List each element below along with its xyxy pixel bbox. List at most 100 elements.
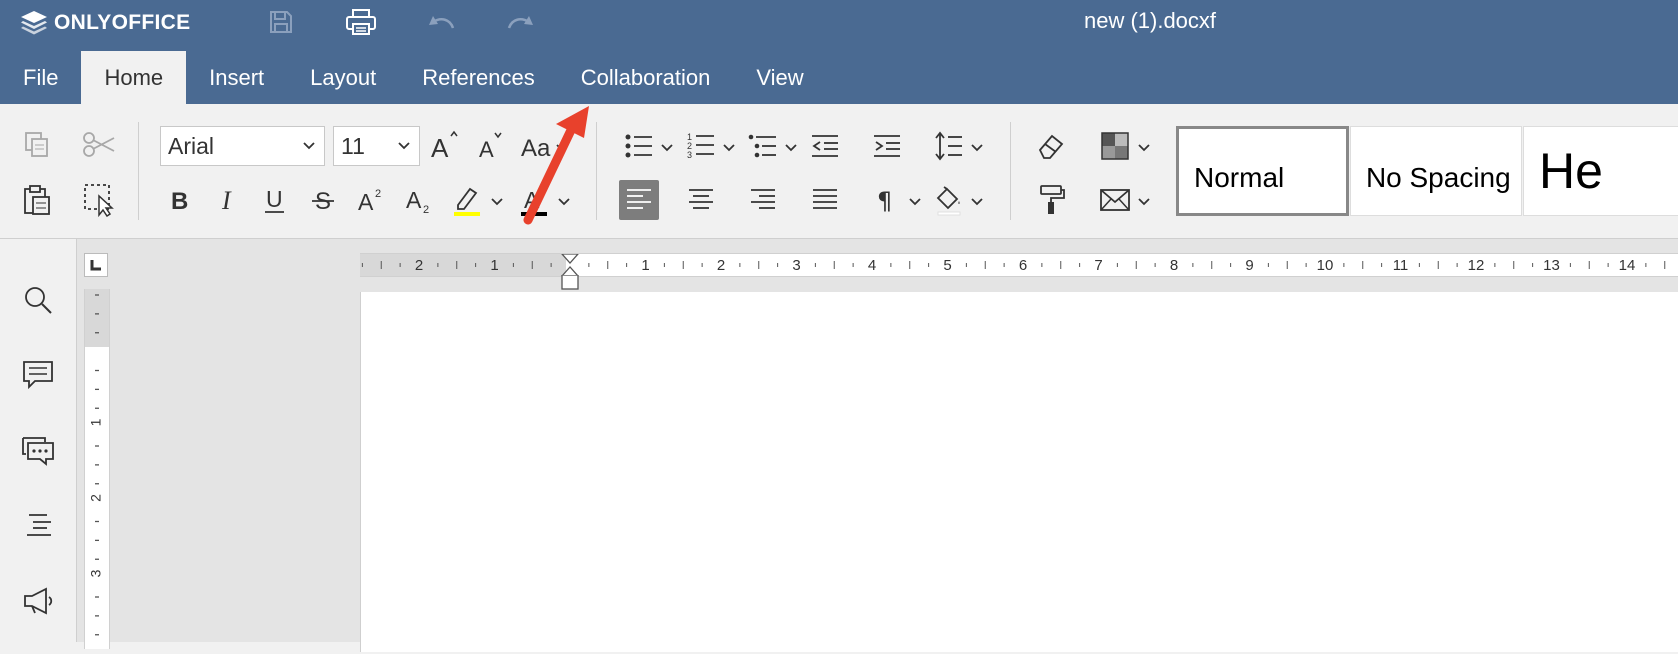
- home-toolbar: Arial 11 A A Aa B I U S A2 A2 A 1 2 3 ¶ …: [0, 104, 1678, 239]
- bullet-list-icon: [625, 134, 652, 158]
- save-icon: [270, 11, 292, 33]
- subscript-button[interactable]: A2: [399, 180, 439, 220]
- font-name-combo[interactable]: Arial: [160, 126, 325, 166]
- tab-file[interactable]: File: [0, 51, 81, 104]
- eraser-icon: [1038, 134, 1064, 159]
- print-icon: [346, 9, 376, 35]
- svg-text:A: A: [431, 133, 449, 162]
- chevron-down-icon[interactable]: [908, 194, 922, 208]
- increase-font-button[interactable]: A: [424, 126, 464, 166]
- tab-view[interactable]: View: [733, 51, 826, 104]
- ruler-label: 6: [1019, 257, 1027, 274]
- vertical-ruler[interactable]: 1 2 3: [84, 289, 110, 649]
- style-heading[interactable]: He: [1522, 126, 1678, 216]
- shading-button[interactable]: [929, 180, 969, 220]
- italic-button[interactable]: I: [207, 180, 247, 220]
- navigation-button[interactable]: [16, 503, 60, 547]
- ruler-label: 11: [1393, 257, 1409, 274]
- bullets-button[interactable]: [619, 126, 659, 166]
- cut-button[interactable]: [79, 124, 119, 164]
- left-panel: [0, 239, 77, 642]
- copy-icon: [25, 132, 48, 157]
- ruler-label: 10: [1317, 257, 1334, 274]
- onlyoffice-logo-icon: [21, 11, 47, 35]
- copy-button[interactable]: [17, 124, 57, 164]
- chat-icon: [22, 437, 54, 466]
- paint-bucket-icon: [936, 186, 961, 216]
- document-workspace: 2 1 1 2 3 4 5 6 7 8 9 10 11 12 13 14 123: [77, 239, 1678, 652]
- chevron-down-icon[interactable]: [660, 140, 674, 154]
- align-center-button[interactable]: [681, 180, 721, 220]
- font-size-combo[interactable]: 11: [333, 126, 420, 166]
- tab-collaboration[interactable]: Collaboration: [558, 51, 734, 104]
- select-all-button[interactable]: [79, 180, 119, 220]
- align-right-button[interactable]: [743, 180, 783, 220]
- decrease-font-button[interactable]: A: [470, 126, 510, 166]
- pilcrow-icon: ¶: [877, 187, 892, 215]
- strikethrough-button[interactable]: S: [303, 180, 343, 220]
- subscript-icon: A2: [406, 187, 429, 215]
- tab-insert[interactable]: Insert: [186, 51, 287, 104]
- document-title: new (1).docxf: [1083, 8, 1217, 33]
- highlighter-icon: [454, 187, 480, 216]
- strikethrough-icon: S: [312, 188, 334, 215]
- underline-button[interactable]: U: [255, 180, 295, 220]
- svg-text:A: A: [479, 137, 494, 162]
- color-scheme-button[interactable]: [1095, 126, 1135, 166]
- chevron-down-icon[interactable]: [1137, 194, 1151, 208]
- undo-icon: [429, 16, 455, 29]
- chevron-down-icon[interactable]: [490, 194, 504, 208]
- left-indent-handle[interactable]: [561, 275, 579, 290]
- tab-stop-selector[interactable]: [84, 253, 108, 277]
- ruler-label: 5: [943, 257, 951, 274]
- svg-text:¶: ¶: [877, 187, 892, 215]
- horizontal-ruler[interactable]: 2 1 1 2 3 4 5 6 7 8 9 10 11 12 13 14: [360, 253, 1678, 277]
- bold-button[interactable]: B: [159, 180, 199, 220]
- decrease-indent-button[interactable]: [805, 126, 845, 166]
- copy-style-button[interactable]: [1031, 180, 1071, 220]
- align-right-icon: [751, 189, 775, 209]
- chat-button[interactable]: [16, 429, 60, 473]
- line-spacing-button[interactable]: [929, 126, 969, 166]
- print-button[interactable]: [341, 6, 381, 38]
- numbering-button[interactable]: 1 2 3: [681, 126, 721, 166]
- superscript-button[interactable]: A2: [351, 180, 391, 220]
- annotation-arrow: [523, 106, 589, 225]
- justify-button[interactable]: [805, 180, 845, 220]
- style-normal[interactable]: Normal: [1176, 126, 1349, 216]
- save-button[interactable]: [261, 6, 301, 38]
- highlight-button[interactable]: [447, 180, 487, 220]
- chevron-down-icon[interactable]: [1137, 140, 1151, 154]
- svg-text:U: U: [266, 186, 283, 212]
- mail-merge-button[interactable]: [1095, 180, 1135, 220]
- redo-button[interactable]: [501, 6, 541, 38]
- tab-layout[interactable]: Layout: [287, 51, 399, 104]
- feedback-button[interactable]: [16, 579, 60, 623]
- chevron-down-icon[interactable]: [970, 194, 984, 208]
- document-page[interactable]: [360, 292, 1678, 652]
- chevron-down-icon[interactable]: [784, 140, 798, 154]
- font-size-value: 11: [341, 132, 365, 159]
- undo-button[interactable]: [421, 6, 461, 38]
- tab-home[interactable]: Home: [81, 51, 187, 104]
- comments-button[interactable]: [16, 353, 60, 397]
- increase-indent-button[interactable]: [867, 126, 907, 166]
- color-scheme-icon: [1101, 132, 1129, 160]
- increase-font-icon: A: [431, 130, 458, 162]
- svg-text:B: B: [171, 188, 188, 215]
- chevron-down-icon[interactable]: [722, 140, 736, 154]
- ruler-label: 13: [1543, 257, 1560, 274]
- multilevel-list-button[interactable]: [743, 126, 783, 166]
- paragraph-marks-button[interactable]: ¶: [867, 180, 907, 220]
- vertical-ruler-scale: 1 2 3: [85, 289, 109, 636]
- svg-text:I: I: [221, 186, 232, 215]
- paste-button[interactable]: [17, 180, 57, 220]
- svg-text:A: A: [406, 187, 422, 213]
- search-button[interactable]: [16, 278, 60, 322]
- tab-references[interactable]: References: [399, 51, 558, 104]
- align-left-button[interactable]: [619, 180, 659, 220]
- style-no-spacing[interactable]: No Spacing: [1349, 126, 1522, 216]
- chevron-down-icon[interactable]: [970, 140, 984, 154]
- megaphone-icon: [24, 587, 53, 615]
- clear-style-button[interactable]: [1031, 126, 1071, 166]
